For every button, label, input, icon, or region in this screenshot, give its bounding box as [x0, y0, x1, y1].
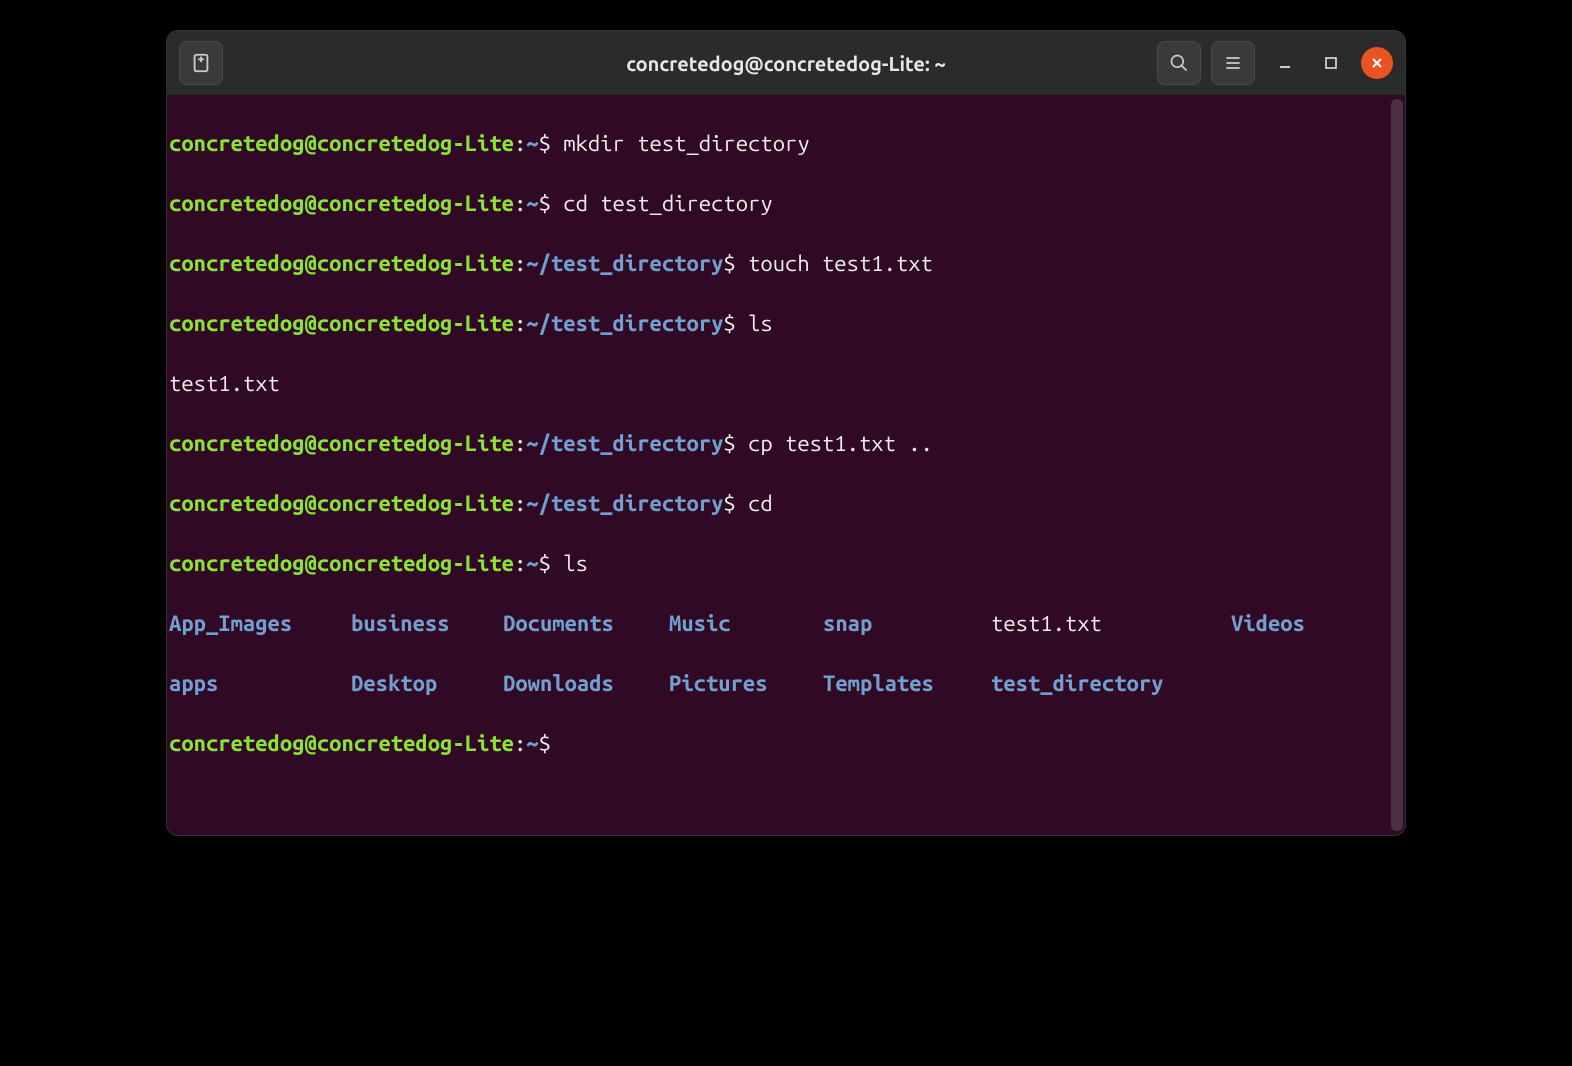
ls-dir: snap: [823, 609, 991, 639]
ls-dir: Music: [669, 609, 823, 639]
ls-dir: Pictures: [669, 669, 823, 699]
maximize-icon: [1324, 56, 1338, 70]
minimize-icon: [1278, 56, 1292, 70]
scrollbar[interactable]: [1391, 99, 1403, 831]
terminal-content[interactable]: concretedog@concretedog-Lite:~$ mkdir te…: [169, 99, 1406, 831]
colon: :: [514, 731, 526, 756]
new-tab-button[interactable]: [179, 41, 223, 85]
ls-row: App_ImagesbusinessDocumentsMusicsnaptest…: [169, 609, 1406, 639]
close-button[interactable]: [1361, 47, 1393, 79]
ls-dir: App_Images: [169, 609, 351, 639]
user-host: concretedog@concretedog-Lite: [169, 191, 514, 216]
user-host: concretedog@concretedog-Lite: [169, 731, 514, 756]
dollar: $: [723, 251, 735, 276]
path: ~/test_directory: [526, 311, 723, 336]
command-cd-test: cd test_directory: [551, 191, 773, 216]
user-host: concretedog@concretedog-Lite: [169, 251, 514, 276]
user-host: concretedog@concretedog-Lite: [169, 431, 514, 456]
command-ls1: ls: [736, 311, 773, 336]
prompt-line: concretedog@concretedog-Lite:~$ cd test_…: [169, 189, 1406, 219]
command-mkdir: mkdir test_directory: [551, 131, 810, 156]
ls-dir: Videos: [1231, 609, 1406, 639]
command-empty: [551, 731, 563, 756]
terminal-body[interactable]: concretedog@concretedog-Lite:~$ mkdir te…: [167, 95, 1405, 835]
colon: :: [514, 191, 526, 216]
ls-dir: test_directory: [991, 669, 1231, 699]
dollar: $: [723, 311, 735, 336]
path: ~: [526, 131, 538, 156]
dollar: $: [539, 131, 551, 156]
close-icon: [1370, 56, 1384, 70]
ls-dir: Desktop: [351, 669, 503, 699]
colon: :: [514, 251, 526, 276]
titlebar-right: [1157, 41, 1393, 85]
path: ~/test_directory: [526, 491, 723, 516]
window-title: concretedog@concretedog-Lite: ~: [626, 52, 946, 75]
colon: :: [514, 491, 526, 516]
path: ~: [526, 551, 538, 576]
new-tab-icon: [190, 52, 212, 74]
dollar: $: [539, 191, 551, 216]
search-icon: [1169, 53, 1189, 73]
terminal-window: concretedog@concretedog-Lite: ~: [166, 30, 1406, 836]
colon: :: [514, 131, 526, 156]
dollar: $: [539, 731, 551, 756]
hamburger-icon: [1223, 53, 1243, 73]
user-host: concretedog@concretedog-Lite: [169, 551, 514, 576]
titlebar: concretedog@concretedog-Lite: ~: [167, 31, 1405, 95]
command-touch: touch test1.txt: [736, 251, 933, 276]
dollar: $: [539, 551, 551, 576]
path: ~: [526, 731, 538, 756]
ls-dir: Downloads: [503, 669, 669, 699]
search-button[interactable]: [1157, 41, 1201, 85]
path: ~/test_directory: [526, 251, 723, 276]
user-host: concretedog@concretedog-Lite: [169, 491, 514, 516]
minimize-button[interactable]: [1269, 47, 1301, 79]
ls-dir: business: [351, 609, 503, 639]
colon: :: [514, 431, 526, 456]
path: ~/test_directory: [526, 431, 723, 456]
prompt-line: concretedog@concretedog-Lite:~$ mkdir te…: [169, 129, 1406, 159]
prompt-line: concretedog@concretedog-Lite:~$ ls: [169, 549, 1406, 579]
command-ls2: ls: [551, 551, 588, 576]
maximize-button[interactable]: [1315, 47, 1347, 79]
colon: :: [514, 311, 526, 336]
prompt-line: concretedog@concretedog-Lite:~/test_dire…: [169, 249, 1406, 279]
ls-dir: apps: [169, 669, 351, 699]
menu-button[interactable]: [1211, 41, 1255, 85]
output-ls1: test1.txt: [169, 369, 1406, 399]
ls-dir: Templates: [823, 669, 991, 699]
prompt-line: concretedog@concretedog-Lite:~/test_dire…: [169, 309, 1406, 339]
titlebar-left: [179, 41, 223, 85]
dollar: $: [723, 431, 735, 456]
prompt-line: concretedog@concretedog-Lite:~$: [169, 729, 1406, 759]
ls-dir: Documents: [503, 609, 669, 639]
prompt-line: concretedog@concretedog-Lite:~/test_dire…: [169, 489, 1406, 519]
path: ~: [526, 191, 538, 216]
dollar: $: [723, 491, 735, 516]
user-host: concretedog@concretedog-Lite: [169, 311, 514, 336]
user-host: concretedog@concretedog-Lite: [169, 131, 514, 156]
ls-file: test1.txt: [991, 609, 1231, 639]
ls-row: appsDesktopDownloadsPicturesTemplatestes…: [169, 669, 1406, 699]
command-cp: cp test1.txt ..: [736, 431, 933, 456]
command-cd-home: cd: [736, 491, 773, 516]
colon: :: [514, 551, 526, 576]
prompt-line: concretedog@concretedog-Lite:~/test_dire…: [169, 429, 1406, 459]
